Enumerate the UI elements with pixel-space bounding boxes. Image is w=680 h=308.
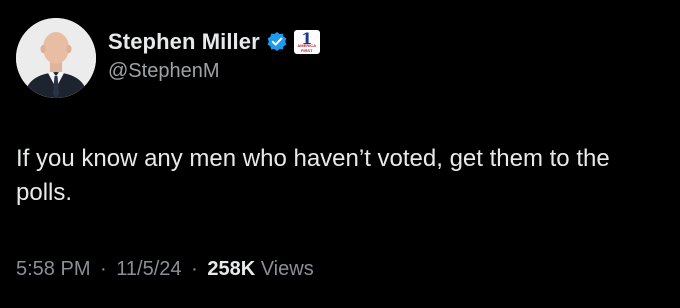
name-row: Stephen Miller 1 AMERICA FIRST (108, 28, 320, 56)
meta-separator-2: · (191, 258, 198, 280)
affiliate-badge[interactable]: 1 AMERICA FIRST (293, 30, 320, 54)
meta-separator: · (100, 258, 107, 280)
avatar[interactable] (16, 18, 96, 98)
tweet-date[interactable]: 11/5/24 (116, 258, 181, 280)
views-label: Views (260, 258, 314, 280)
tweet-time[interactable]: 5:58 PM (16, 258, 90, 280)
profile-photo (16, 18, 96, 98)
views-count[interactable]: 258K (207, 258, 255, 280)
tweet-meta: 5:58 PM · 11/5/24 · 258K Views (16, 258, 314, 281)
display-name[interactable]: Stephen Miller (108, 29, 260, 55)
tweet-card: Stephen Miller 1 AMERICA FIRST @StephenM… (0, 0, 680, 308)
author-block: Stephen Miller 1 AMERICA FIRST @StephenM (108, 28, 320, 83)
verified-badge-icon[interactable] (266, 31, 288, 53)
tweet-text: If you know any men who haven’t voted, g… (16, 145, 610, 206)
affiliate-badge-subtext: AMERICA FIRST (297, 43, 317, 53)
user-handle[interactable]: @StephenM (108, 60, 320, 83)
